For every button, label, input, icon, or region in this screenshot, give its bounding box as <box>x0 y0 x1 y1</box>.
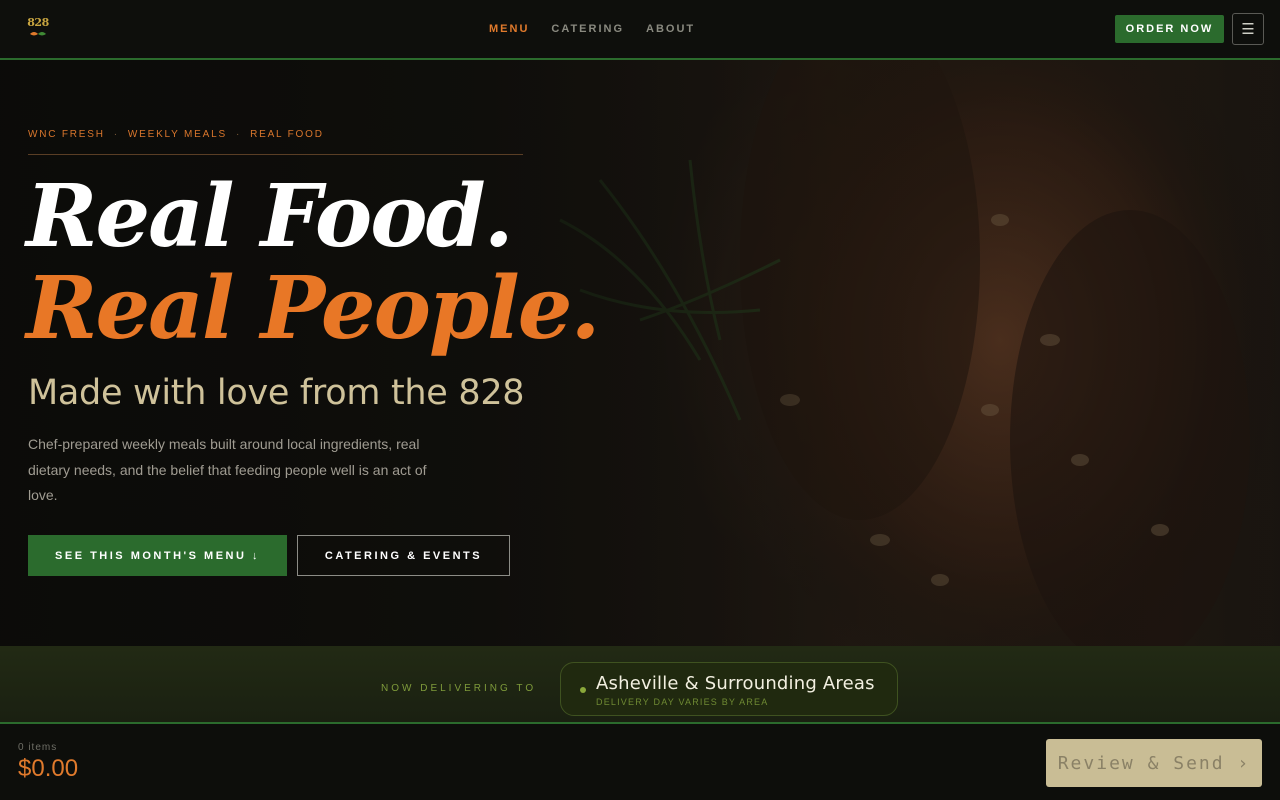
logo-text: 828 <box>27 16 49 29</box>
cart-bar: 0 items $0.00 Review & Send › <box>0 726 1280 800</box>
nav-item-about[interactable]: ABOUT <box>646 23 695 35</box>
delivery-area: Asheville & Surrounding Areas <box>596 673 875 694</box>
order-now-button[interactable]: ORDER NOW <box>1115 15 1224 43</box>
eyebrow-item: REAL FOOD <box>250 129 324 140</box>
review-send-button[interactable]: Review & Send › <box>1046 739 1262 787</box>
catering-events-button[interactable]: CATERING & EVENTS <box>297 535 510 576</box>
site-header: 828 MENU CATERING ABOUT ORDER NOW ☰ <box>0 0 1280 60</box>
divider <box>28 154 523 155</box>
delivery-label: NOW DELIVERING TO <box>381 683 537 694</box>
cart-total: $0.00 <box>18 755 79 782</box>
hero-eyebrow: WNC FRESH · WEEKLY MEALS · REAL FOOD <box>28 129 324 140</box>
hero-section: WNC FRESH · WEEKLY MEALS · REAL FOOD Real Fo… <box>0 60 1280 646</box>
delivery-area-pill[interactable]: Asheville & Surrounding Areas DELIVERY D… <box>560 662 898 716</box>
eyebrow-item: WEEKLY MEALS <box>127 129 227 140</box>
hero-description: Chef-prepared weekly meals built around … <box>28 436 427 503</box>
delivery-strip: NOW DELIVERING TO Asheville & Surroundin… <box>0 646 1280 724</box>
hero-headline-accent: Real People. <box>26 258 600 359</box>
nav-item-catering[interactable]: CATERING <box>551 23 624 35</box>
cart-item-count: 0 items <box>18 742 58 753</box>
hamburger-icon[interactable]: ☰ <box>1232 13 1264 45</box>
nav-item-menu[interactable]: MENU <box>489 23 529 35</box>
leaf-icon <box>30 32 46 36</box>
delivery-note: DELIVERY DAY VARIES BY AREA <box>596 697 769 707</box>
eyebrow-separator: · <box>235 129 242 140</box>
main-nav: MENU CATERING ABOUT <box>489 23 717 35</box>
logo[interactable]: 828 <box>25 16 51 40</box>
hero-tagline: Made with love from the 828 <box>28 373 525 413</box>
eyebrow-item: WNC FRESH <box>28 129 105 140</box>
status-dot-icon <box>580 687 586 693</box>
see-menu-button[interactable]: SEE THIS MONTH'S MENU ↓ <box>28 535 287 576</box>
eyebrow-separator: · <box>113 129 119 140</box>
hero-headline: Real Food. <box>26 166 514 267</box>
